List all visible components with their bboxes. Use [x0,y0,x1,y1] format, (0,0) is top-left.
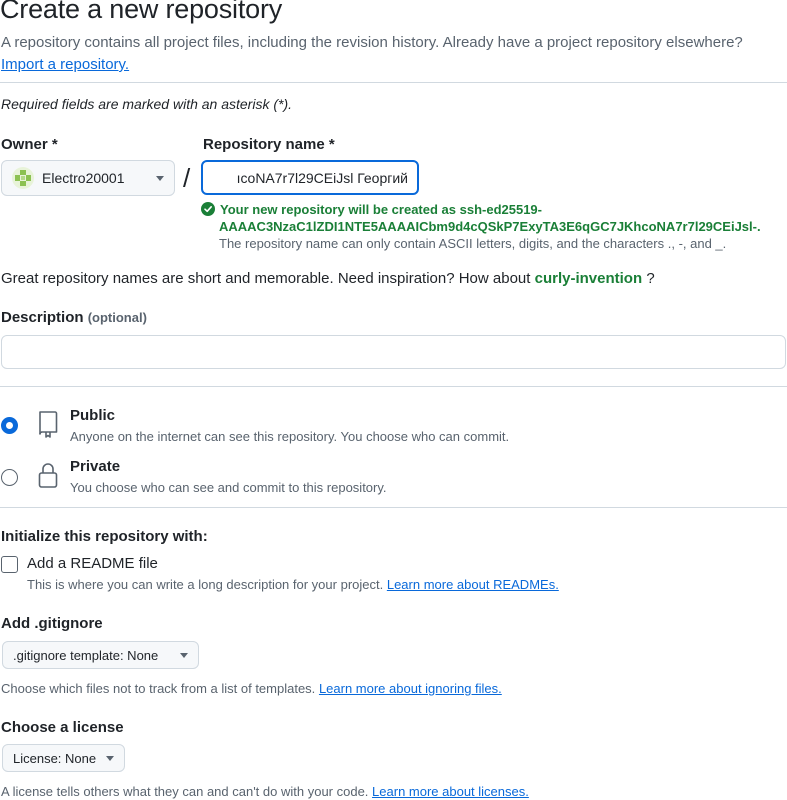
validation-success-text: Your new repository will be created as s… [220,202,542,217]
private-option-title: Private [70,458,121,475]
gitignore-select-label: .gitignore template: None [13,647,159,663]
lock-icon [37,461,59,494]
repo-icon [37,410,59,443]
readme-desc-text: This is where you can write a long descr… [27,577,384,592]
repository-name-validation: Your new repository will be created as s… [201,201,787,253]
license-learn-more-link[interactable]: Learn more about licenses. [372,784,529,799]
page-title: Create a new repository [0,0,283,24]
chevron-down-icon [156,175,164,181]
owner-name: Electro20001 [42,170,125,186]
gitignore-help: Choose which files not to track from a l… [1,681,502,696]
repository-name-label: Repository name * [203,136,335,153]
suggested-name-link[interactable]: curly-invention [535,270,643,287]
readme-learn-more-link[interactable]: Learn more about READMEs. [387,577,559,592]
repository-name-input[interactable]: ıcoNA7r7l29CEiJsl Георгий [201,160,419,195]
chevron-down-icon [180,652,188,658]
inspiration-suffix: ? [646,270,655,287]
validation-success-name: AAAAC3NzaC1lZDI1NTE5AAAAICbm9d4cQSkP7Exy… [219,219,761,234]
validation-ascii-note: The repository name can only contain ASC… [219,236,727,251]
chevron-down-icon [106,755,114,761]
identicon-avatar [12,167,34,189]
readme-label: Add a README file [27,555,158,572]
public-option-desc: Anyone on the internet can see this repo… [70,429,510,444]
description-input[interactable] [1,335,786,369]
owner-repo-separator: / [183,163,191,193]
inspiration-text: Great repository names are short and mem… [1,270,531,287]
required-fields-note: Required fields are marked with an aster… [1,96,293,112]
description-label-text: Description [1,309,84,326]
description-label: Description (optional) [1,309,147,326]
name-inspiration: Great repository names are short and mem… [1,270,655,287]
optional-tag: (optional) [87,310,147,325]
repository-name-value: ıcoNA7r7l29CEiJsl Георгий [236,170,408,186]
divider [0,82,787,83]
divider [0,507,787,508]
check-circle-icon [201,202,215,216]
license-select[interactable]: License: None [2,744,125,772]
license-help: A license tells others what they can and… [1,784,529,799]
initialize-title: Initialize this repository with: [1,528,208,545]
divider [0,386,787,387]
import-repository-link[interactable]: Import a repository. [1,56,129,73]
license-select-label: License: None [13,750,97,766]
public-option-title: Public [70,407,116,424]
license-help-text: A license tells others what they can and… [1,784,369,799]
private-radio[interactable] [1,469,18,486]
readme-checkbox[interactable] [1,556,18,573]
gitignore-help-text: Choose which files not to track from a l… [1,681,316,696]
license-title: Choose a license [1,719,124,736]
gitignore-template-select[interactable]: .gitignore template: None [2,641,199,669]
intro-text: A repository contains all project files,… [1,32,761,76]
gitignore-title: Add .gitignore [1,615,103,632]
public-radio[interactable] [1,417,18,434]
gitignore-learn-more-link[interactable]: Learn more about ignoring files. [319,681,502,696]
owner-dropdown[interactable]: Electro20001 [1,160,175,196]
intro-description: A repository contains all project files,… [1,34,743,51]
readme-description: This is where you can write a long descr… [27,577,559,592]
private-option-desc: You choose who can see and commit to thi… [70,480,387,495]
owner-label: Owner * [1,136,58,153]
